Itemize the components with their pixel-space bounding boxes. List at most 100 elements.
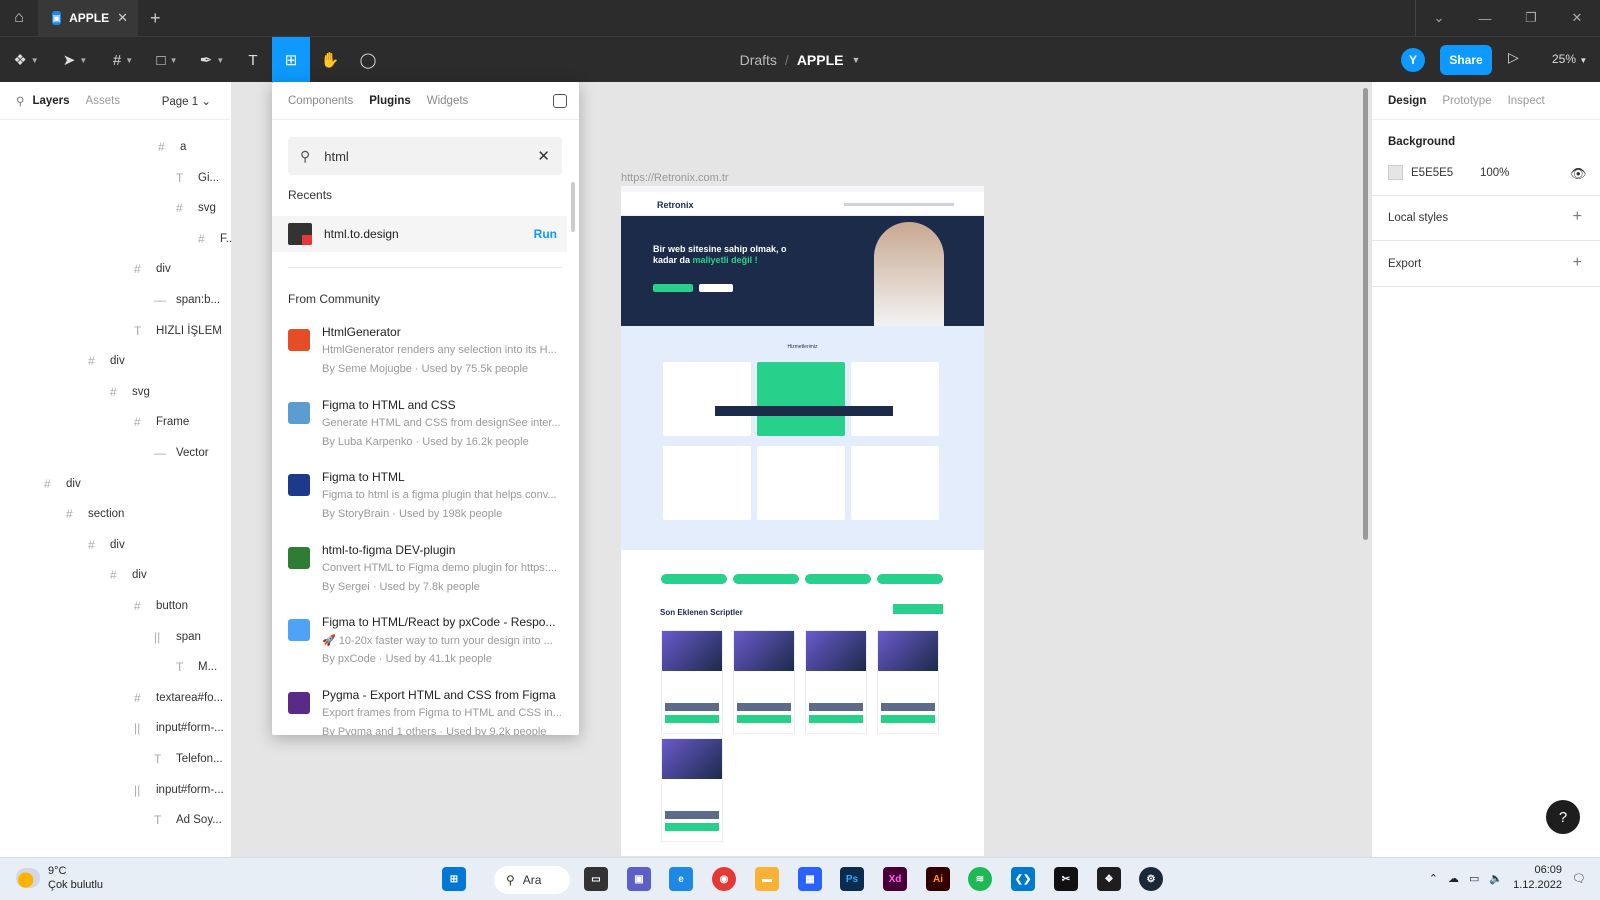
layer-item[interactable]: T Gi... [176,163,219,193]
avatar[interactable]: Y [1401,48,1425,72]
minimize-button[interactable]: — [1462,0,1508,36]
plugin-search-input[interactable]: ⚲ html ✕ [288,137,562,175]
tab-design[interactable]: Design [1388,95,1426,107]
layer-item[interactable]: # section [66,499,124,529]
plugin-item[interactable]: Figma to HTML/React by pxCode - Respo...… [288,615,562,685]
background-hex[interactable]: E5E5E5 [1411,167,1453,179]
plugin-item[interactable]: HtmlGenerator HtmlGenerator renders any s… [288,325,562,395]
canvas-scrollbar[interactable] [1363,88,1368,540]
layer-item[interactable]: — span:b... [154,285,220,315]
layer-item[interactable]: || input#form-... [134,713,224,743]
new-tab-button[interactable]: + [150,8,161,29]
weather-widget[interactable]: 9°C Çok bulutlu [16,864,103,892]
search-icon[interactable]: ⚲ [16,94,24,108]
shape-tool-button[interactable]: □ ▼ [148,37,186,83]
home-icon[interactable]: ⌂ [0,0,38,36]
tab-prototype[interactable]: Prototype [1442,95,1491,107]
layer-item[interactable]: # div [44,469,81,499]
layer-item[interactable]: T M... [176,652,217,682]
play-icon[interactable]: ▷ [1508,49,1519,66]
vscode-icon[interactable]: ❮❯ [1011,867,1035,891]
photoshop-icon[interactable]: Ps [840,867,864,891]
frame-label[interactable]: https://Retronix.com.tr [621,172,729,184]
tab-layers[interactable]: Layers [32,95,69,107]
close-window-button[interactable]: ✕ [1554,0,1600,36]
volume-icon[interactable]: 🔈 [1489,872,1503,885]
background-swatch[interactable] [1388,165,1403,180]
adobe-xd-icon[interactable]: Xd [883,867,907,891]
layer-item[interactable]: # div [110,560,147,590]
share-button[interactable]: Share [1440,45,1492,75]
collapse-icon[interactable] [553,93,567,108]
layer-item[interactable]: T HIZLI İŞLEM [134,316,222,346]
plugin-item[interactable]: Figma to HTML Figma to html is a figma pl… [288,470,562,540]
file-tab[interactable]: ▣ APPLE ✕ [38,0,138,36]
task-view-icon[interactable]: ▭ [584,867,608,891]
background-opacity[interactable]: 100% [1480,167,1509,179]
tab-assets[interactable]: Assets [86,95,121,107]
resources-tool-button[interactable]: ⊞ [272,37,310,83]
layer-item[interactable]: # div [88,530,125,560]
chevron-down-icon[interactable]: ▼ [852,55,861,65]
chrome-icon[interactable]: ◉ [712,867,736,891]
cloud-icon[interactable]: ☁ [1448,872,1459,885]
store-icon[interactable]: ▦ [798,867,822,891]
layer-item[interactable]: || input#form-... [134,775,224,805]
layer-item[interactable]: # div [134,254,171,284]
notification-icon[interactable]: 🗨 [1572,872,1586,885]
layer-item[interactable]: # div [88,346,125,376]
hand-tool-button[interactable]: ✋ [314,37,346,83]
layer-item[interactable]: # svg [110,377,150,407]
layer-item[interactable]: # a [158,132,186,162]
teams-icon[interactable]: ▣ [627,867,651,891]
layer-item[interactable]: # F... [198,224,231,254]
capcut-icon[interactable]: ✂ [1054,867,1078,891]
close-tab-icon[interactable]: ✕ [117,10,128,26]
tab-plugins[interactable]: Plugins [369,95,411,107]
page-selector[interactable]: Page 1 ⌄ [162,94,211,108]
steam-icon[interactable]: ⚙ [1139,867,1163,891]
network-icon[interactable]: ▭ [1469,872,1479,885]
comment-tool-button[interactable]: ◯ [352,37,384,83]
clock[interactable]: 06:09 1.12.2022 [1513,863,1562,893]
layer-item[interactable]: # textarea#fo... [134,683,223,713]
layer-item[interactable]: T Telefon... [154,744,223,774]
windows-start-icon[interactable]: ⊞ [442,867,466,891]
main-menu-button[interactable]: ❖ ▼ [8,37,44,83]
pen-tool-button[interactable]: ✒ ▼ [192,37,232,83]
edge-icon[interactable]: e [669,867,693,891]
add-export-icon[interactable]: + [1573,254,1582,272]
eye-icon[interactable]: 👁 [1570,166,1587,182]
taskbar-search[interactable]: ⚲ Ara [494,866,570,894]
plugin-item[interactable]: Pygma - Export HTML and CSS from Figma Ex… [288,688,562,735]
figma-icon[interactable]: ❖ [1097,867,1121,891]
clear-search-icon[interactable]: ✕ [537,147,550,165]
help-button[interactable]: ? [1546,800,1580,834]
chevron-up-icon[interactable]: ⌃ [1429,872,1438,885]
file-name[interactable]: APPLE [797,52,844,68]
layer-item[interactable]: # button [134,591,188,621]
file-explorer-icon[interactable]: ▬ [755,867,779,891]
restore-button[interactable]: ❐ [1508,0,1554,36]
chevron-down-icon[interactable]: ⌄ [1416,0,1462,36]
recent-plugin-item[interactable]: html.to.design Run [272,216,567,252]
breadcrumb-drafts[interactable]: Drafts [740,52,777,68]
layer-item[interactable]: # Frame [134,407,189,437]
plugin-list-scrollbar[interactable] [571,182,575,232]
illustrator-icon[interactable]: Ai [926,867,950,891]
add-style-icon[interactable]: + [1573,208,1582,226]
plugin-item[interactable]: Figma to HTML and CSS Generate HTML and C… [288,398,562,468]
move-tool-button[interactable]: ➤ ▼ [56,37,94,83]
tab-inspect[interactable]: Inspect [1508,95,1545,107]
zoom-dropdown[interactable]: 25% ▼ [1552,52,1587,66]
text-tool-button[interactable]: T [238,37,268,83]
spotify-icon[interactable]: ≋ [968,867,992,891]
website-frame[interactable]: Retronix Bir web sitesine sahip olmak, o… [621,186,984,856]
run-button[interactable]: Run [534,227,557,241]
tab-widgets[interactable]: Widgets [427,95,469,107]
frame-tool-button[interactable]: # ▼ [104,37,142,83]
layer-item[interactable]: # svg [176,193,216,223]
layer-item[interactable]: || span [154,622,201,652]
plugin-item[interactable]: html-to-figma DEV-plugin Convert HTML to … [288,543,562,613]
layer-item[interactable]: T Ad Soy... [154,805,222,835]
